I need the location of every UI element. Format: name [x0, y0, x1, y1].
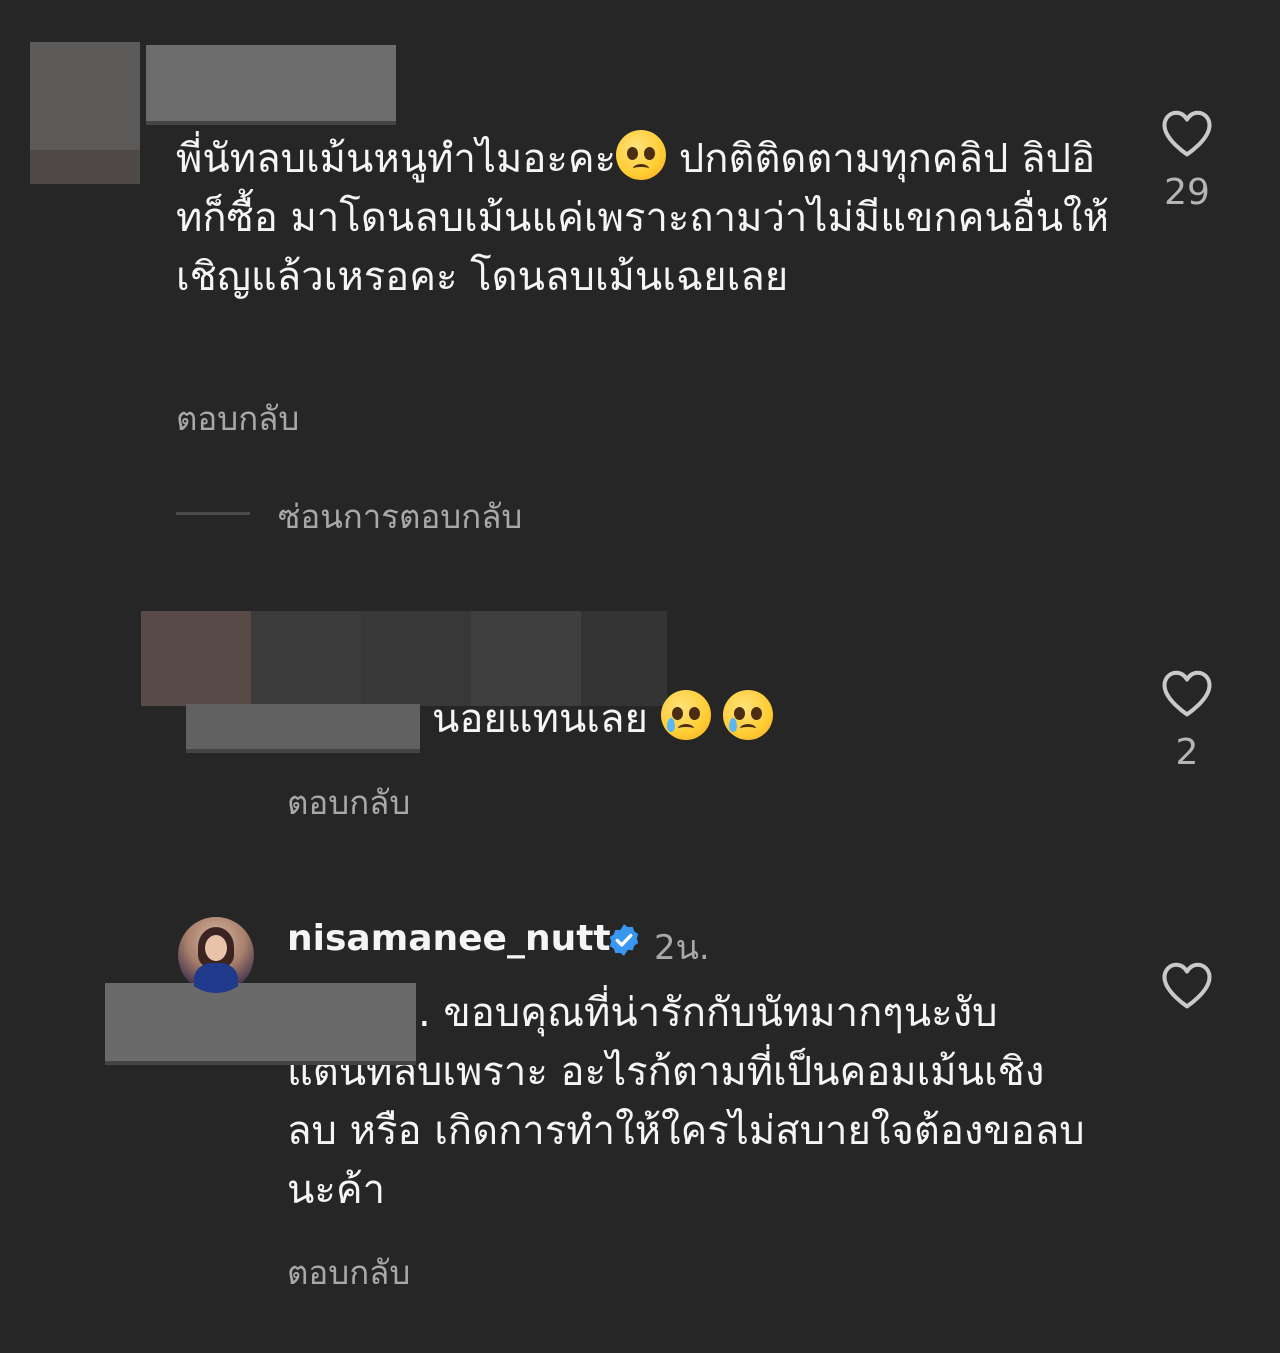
heart-outline-icon	[1162, 670, 1212, 717]
comments-page: พี่นัทลบเม้นหนูทำไมอะคะ ปกติติดตามทุกคลิ…	[0, 0, 1280, 1353]
comment-time: 2น.	[654, 928, 710, 968]
redacted-mention	[105, 983, 416, 1065]
like-button[interactable]: 2	[1152, 668, 1222, 773]
verified-badge-icon	[609, 924, 639, 956]
username[interactable]: nisamanee_nutt	[287, 918, 611, 959]
comment-3-line-1: . ขอบคุณที่น่ารักกับนัทมากๆนะงับ	[418, 984, 1118, 1043]
like-button[interactable]: 29	[1152, 108, 1222, 213]
heart-outline-icon	[1162, 962, 1212, 1009]
redacted-username	[146, 45, 396, 125]
redacted-mention	[186, 704, 420, 753]
comment-3-text-body: แต่นัทลบเพราะ อะไรก้ตามที่เป็นคอมเม้นเชิ…	[287, 1049, 1085, 1213]
comment-2-text: นอยแทนเลย	[432, 690, 932, 749]
comment-1-text-before: พี่นัทลบเม้นหนูทำไมอะคะ	[176, 136, 617, 182]
like-button[interactable]	[1152, 960, 1222, 1010]
reply-button[interactable]: ตอบกลับ	[176, 392, 299, 445]
reply-button[interactable]: ตอบกลับ	[287, 776, 410, 829]
reply-button[interactable]: ตอบกลับ	[287, 1246, 410, 1299]
hide-replies-divider	[176, 512, 250, 515]
comment-3-text-rest: แต่นัทลบเพราะ อะไรก้ตามที่เป็นคอมเม้นเชิ…	[287, 1043, 1087, 1220]
redacted-reply-header	[141, 611, 251, 706]
hide-replies-button[interactable]: ซ่อนการตอบกลับ	[278, 490, 522, 543]
like-count: 2	[1175, 732, 1199, 773]
pleading-face-emoji-icon	[616, 130, 667, 180]
redacted-reply-header-2	[251, 611, 361, 706]
avatar[interactable]	[178, 917, 254, 993]
comment-3-text-line-1: . ขอบคุณที่น่ารักกับนัทมากๆนะงับ	[418, 990, 998, 1036]
face-holding-back-tears-icon	[660, 690, 711, 740]
comment-1-text: พี่นัทลบเม้นหนูทำไมอะคะ ปกติติดตามทุกคลิ…	[176, 130, 1136, 307]
like-count: 29	[1164, 172, 1210, 213]
redacted-avatar-lower	[30, 150, 140, 184]
face-holding-back-tears-icon	[723, 690, 774, 740]
heart-outline-icon	[1162, 110, 1212, 157]
comment-2-body: นอยแทนเลย	[432, 696, 648, 742]
